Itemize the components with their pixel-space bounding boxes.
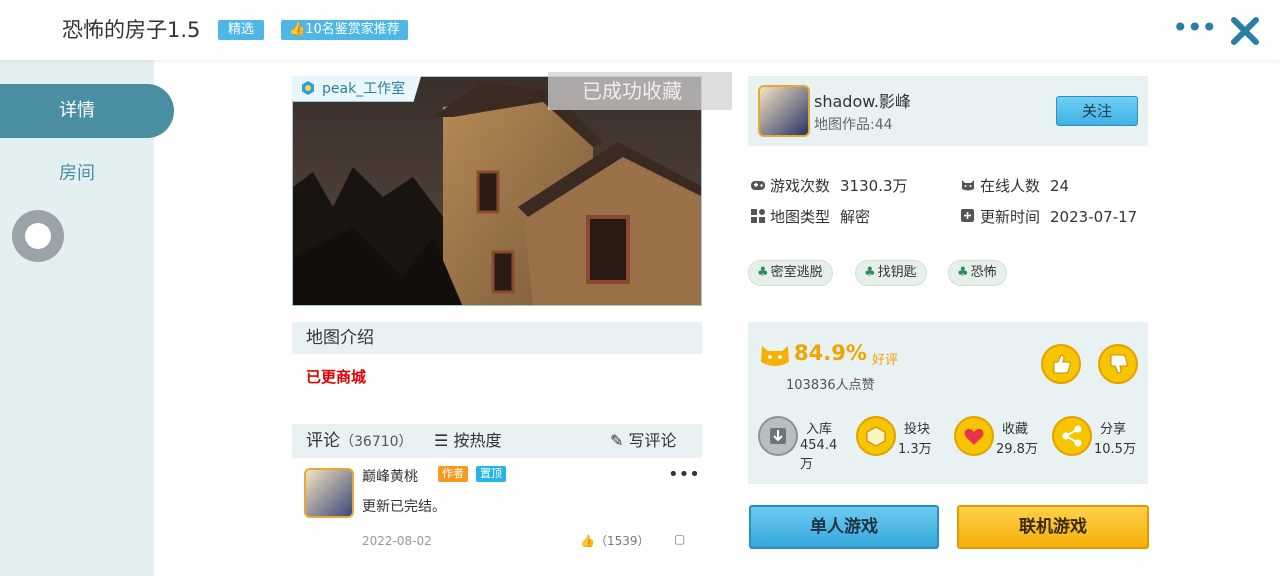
- top-bar: 恐怖的房子1.5 精选 👍10名鉴赏家推荐 •••: [0, 0, 1280, 60]
- action-value: 454.4万: [800, 438, 838, 472]
- stat-updated: 更新时间 2023-07-17: [960, 206, 1137, 227]
- map-cover-image: [292, 76, 702, 306]
- sidebar-item-room[interactable]: 房间: [0, 158, 154, 190]
- studio-name: peak_工作室: [322, 81, 406, 97]
- action-name: 投块: [904, 422, 931, 437]
- comment-more-icon[interactable]: •••: [668, 464, 700, 485]
- like-button[interactable]: [1041, 344, 1081, 384]
- rating-likes-count: 103836人点赞: [786, 378, 875, 393]
- tag-horror[interactable]: ♣ 恐怖: [948, 260, 1007, 286]
- action-name: 入库: [806, 422, 833, 437]
- action-invest-block[interactable]: 投块 1.3万: [856, 416, 946, 460]
- dislike-button[interactable]: [1098, 344, 1138, 384]
- intro-header: 地图介绍: [292, 322, 702, 354]
- updated-value: 2023-07-17: [1050, 208, 1138, 226]
- comments-label: 评论: [306, 431, 340, 451]
- comments-header: 评论（36710） ☰ 按热度 ✎ 写评论: [292, 424, 702, 458]
- studio-tag[interactable]: peak_工作室: [292, 76, 422, 102]
- follow-button[interactable]: 关注: [1056, 96, 1138, 126]
- clover-icon: ♣: [957, 265, 969, 280]
- rating-percent: 84.9%: [794, 341, 867, 365]
- stat-map-type: 地图类型 解密: [750, 206, 870, 227]
- close-icon[interactable]: [1228, 14, 1262, 48]
- sort-label: 按热度: [453, 431, 502, 450]
- author-card[interactable]: shadow.影峰 地图作品:44 关注: [748, 76, 1148, 146]
- thumb-up-icon: [1053, 354, 1071, 374]
- multiplayer-button[interactable]: 联机游戏: [957, 505, 1149, 549]
- rating-good-label: 好评: [872, 353, 899, 368]
- comments-title: 评论（36710）: [306, 424, 413, 459]
- clover-icon: ♣: [757, 265, 769, 280]
- online-value: 24: [1050, 177, 1070, 195]
- avatar[interactable]: [758, 85, 810, 137]
- cat-mascot-icon: [761, 346, 789, 366]
- comment-like-count: （1539）: [594, 534, 650, 548]
- intro-text: 已更商城: [306, 368, 367, 386]
- floating-assist-button[interactable]: [12, 210, 64, 262]
- author-name[interactable]: shadow.影峰: [814, 88, 911, 112]
- share-icon: [1052, 416, 1092, 456]
- stat-online: 在线人数 24: [960, 175, 1069, 196]
- download-icon: [758, 416, 798, 456]
- intro-title: 地图介绍: [306, 328, 374, 348]
- comment-reply-icon[interactable]: ▢: [674, 532, 685, 546]
- author-works: 地图作品:44: [814, 117, 893, 133]
- gamepad-icon: [750, 178, 766, 192]
- plus-square-icon: [960, 209, 976, 223]
- action-share[interactable]: 分享 10.5万: [1052, 416, 1142, 460]
- map-type-value: 解密: [840, 208, 871, 226]
- edit-icon: ✎: [610, 431, 624, 450]
- comment-date: 2022-08-02: [362, 534, 432, 548]
- online-label: 在线人数: [980, 177, 1041, 195]
- updated-label: 更新时间: [980, 208, 1041, 226]
- single-player-button[interactable]: 单人游戏: [749, 505, 939, 549]
- action-value: 29.8万: [996, 442, 1038, 457]
- sidebar-item-detail[interactable]: 详情: [0, 84, 174, 138]
- pinned-badge: 置顶: [476, 466, 506, 482]
- featured-badge: 精选: [218, 20, 265, 40]
- action-add-to-library[interactable]: 入库 454.4万: [758, 416, 848, 472]
- clover-icon: ♣: [864, 265, 876, 280]
- rating-card: 84.9% 好评 103836人点赞 入库 454.4万 投块 1.3万 收藏 …: [748, 322, 1148, 484]
- toast-message: 已成功收藏: [548, 72, 732, 110]
- tag-label: 密室逃脱: [770, 265, 823, 280]
- thumb-down-icon: [1110, 354, 1128, 374]
- action-value: 10.5万: [1094, 442, 1136, 457]
- sort-by-hot-button[interactable]: ☰ 按热度: [434, 424, 501, 458]
- author-badge: 作者: [438, 466, 468, 482]
- action-name: 分享: [1100, 422, 1127, 437]
- thumb-up-outline-icon: 👍: [580, 534, 595, 548]
- plays-label: 游戏次数: [770, 177, 831, 195]
- tag-label: 恐怖: [970, 265, 997, 280]
- recommend-badge: 👍10名鉴赏家推荐: [281, 20, 408, 40]
- action-favorite[interactable]: 收藏 29.8万: [954, 416, 1044, 460]
- write-comment-button[interactable]: ✎ 写评论: [610, 424, 677, 458]
- sort-icon: ☰: [434, 431, 449, 450]
- tag-label: 找钥匙: [877, 265, 917, 280]
- write-comment-label: 写评论: [628, 431, 677, 450]
- recommend-badge-label: 10名鉴赏家推荐: [305, 22, 400, 37]
- block-icon: [856, 416, 896, 456]
- avatar[interactable]: [304, 468, 354, 518]
- comment-username[interactable]: 巅峰黄桃: [362, 466, 418, 486]
- comment-like-button[interactable]: 👍（1539）: [580, 532, 650, 549]
- tag-escape-room[interactable]: ♣ 密室逃脱: [748, 260, 833, 286]
- plays-value: 3130.3万: [840, 177, 908, 195]
- grid-icon: [750, 209, 766, 223]
- stat-plays: 游戏次数 3130.3万: [750, 175, 908, 196]
- action-value: 1.3万: [898, 442, 932, 457]
- more-icon[interactable]: •••: [1172, 14, 1218, 42]
- thumb-up-icon: 👍: [289, 22, 306, 37]
- map-type-label: 地图类型: [770, 208, 831, 226]
- heart-icon: [954, 416, 994, 456]
- tag-find-key[interactable]: ♣ 找钥匙: [855, 260, 927, 286]
- comments-count: （36710）: [340, 434, 413, 450]
- cat-face-icon: [960, 178, 976, 192]
- comment-text: 更新已完结。: [362, 499, 446, 515]
- page-title: 恐怖的房子1.5: [62, 18, 201, 42]
- action-name: 收藏: [1002, 422, 1029, 437]
- studio-icon: [302, 81, 314, 95]
